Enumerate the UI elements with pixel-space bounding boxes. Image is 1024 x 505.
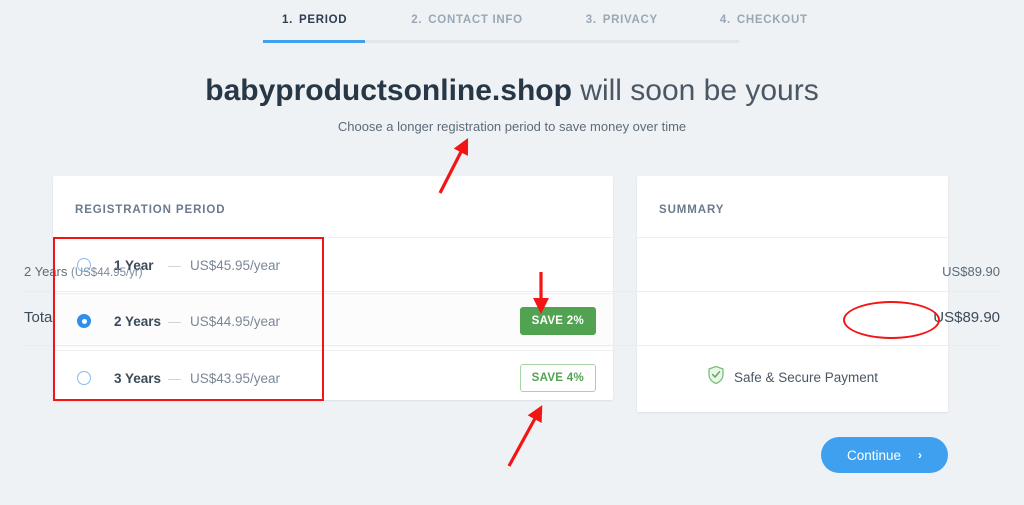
divider (24, 291, 1000, 292)
stepper-step-contact-info[interactable]: 2. CONTACT INFO (411, 14, 522, 26)
summary-heading: SUMMARY (659, 204, 725, 216)
stepper-step-period[interactable]: 1. PERIOD (282, 14, 347, 26)
summary-line-rate: (US$44.95/yr) (71, 267, 143, 279)
summary-line-value: US$89.90 (942, 264, 1000, 279)
radio-3-years[interactable] (77, 371, 91, 385)
domain-name: babyproductsonline.shop (205, 74, 572, 107)
stepper-track (263, 40, 739, 43)
stepper-step-number: 4. (719, 14, 731, 26)
summary-line-item: 2 Years (US$44.95/yr) US$89.90 (24, 264, 1000, 279)
page-title: babyproductsonline.shop will soon be you… (0, 74, 1024, 108)
save-badge-4-percent: SAVE 4% (519, 364, 596, 392)
secure-payment-text: Safe & Secure Payment (733, 370, 879, 385)
continue-button-label: Continue (846, 447, 902, 463)
summary-total-row: Total US$89.90 (24, 309, 1000, 326)
stepper-step-list: 1. PERIOD 2. CONTACT INFO 3. PRIVACY 4. … (263, 14, 807, 36)
stepper-step-number: 2. (411, 14, 423, 26)
registration-period-card: REGISTRATION PERIOD 1 Year — US$45.95/ye… (53, 176, 613, 400)
registration-period-heading: REGISTRATION PERIOD (75, 204, 226, 216)
summary-line-label: 2 Years (US$44.95/yr) (24, 264, 143, 279)
divider (637, 237, 948, 238)
period-option-label: 3 Years (114, 370, 162, 386)
stepper-step-label: CHECKOUT (736, 14, 808, 26)
stepper-step-number: 1. (282, 14, 293, 26)
stepper-step-label: PERIOD (299, 14, 348, 26)
stepper-step-checkout[interactable]: 4. CHECKOUT (720, 14, 808, 26)
stepper-step-label: CONTACT INFO (428, 14, 523, 26)
stepper-progress-bar (263, 40, 365, 43)
secure-payment-note: Safe & Secure Payment (637, 365, 948, 390)
stepper-step-number: 3. (585, 14, 597, 26)
arrow-to-save-4-badge-icon (507, 405, 543, 467)
period-option-dash: — (168, 370, 181, 386)
checkout-stepper: 1. PERIOD 2. CONTACT INFO 3. PRIVACY 4. … (263, 14, 807, 50)
page-subtitle: Choose a longer registration period to s… (337, 119, 687, 134)
summary-total-label: Total (24, 309, 56, 326)
summary-total-value: US$89.90 (933, 309, 1000, 326)
summary-line-period: 2 Years (24, 264, 71, 279)
period-option-row-3-years[interactable]: 3 Years — US$43.95/year SAVE 4% (53, 351, 613, 405)
chevron-right-icon: › (918, 448, 923, 462)
stepper-step-label: PRIVACY (602, 14, 658, 26)
divider (24, 345, 1000, 346)
shield-check-icon (707, 365, 725, 390)
page-title-suffix: will soon be yours (571, 74, 819, 107)
stepper-step-privacy[interactable]: 3. PRIVACY (586, 14, 658, 26)
period-option-price: US$43.95/year (190, 370, 281, 386)
continue-button[interactable]: Continue › (821, 437, 948, 473)
